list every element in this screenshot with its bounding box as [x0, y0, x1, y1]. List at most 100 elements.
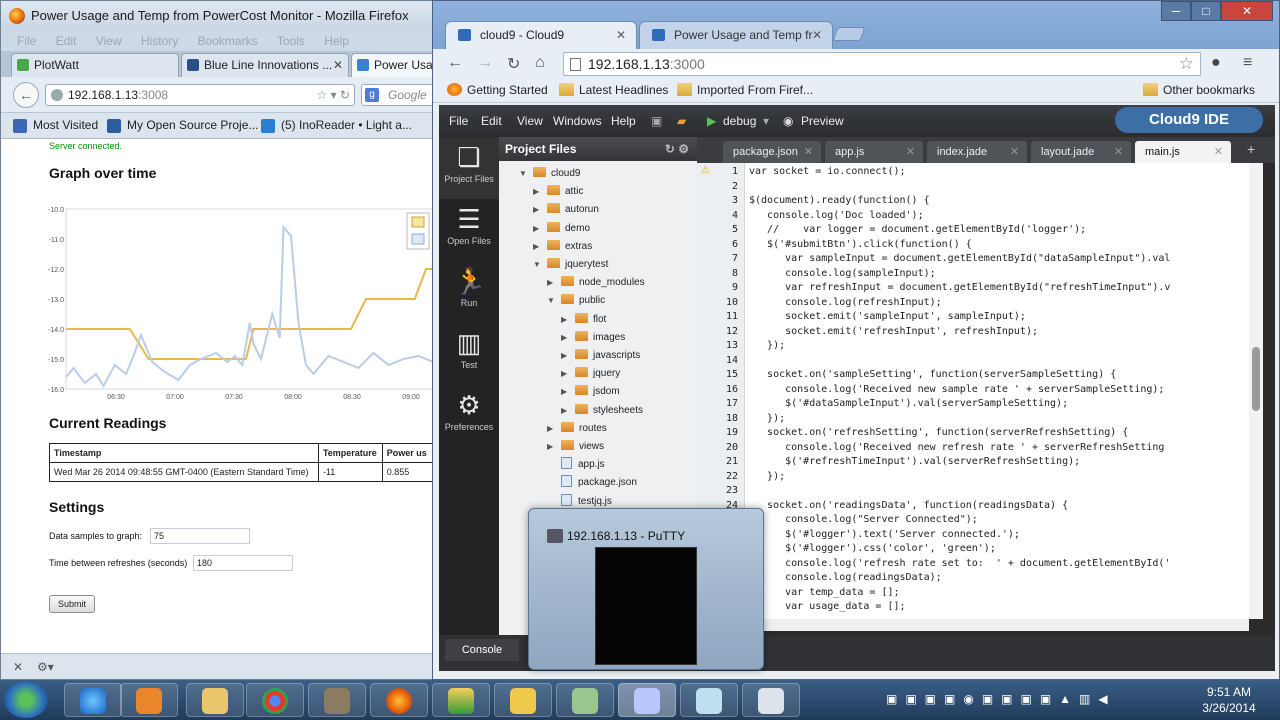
- window-taskbar-button[interactable]: [742, 683, 800, 717]
- refresh-gear-icon[interactable]: ↻ ⚙: [665, 137, 689, 161]
- chevron-down-icon[interactable]: ▾: [763, 114, 769, 128]
- warning-icon[interactable]: ⚠: [701, 165, 710, 176]
- collapsed-arrow-icon[interactable]: ▶: [533, 220, 539, 238]
- collapsed-arrow-icon[interactable]: ▶: [547, 274, 553, 292]
- tree-folder[interactable]: ▶ views: [547, 438, 604, 456]
- ide-menu-help[interactable]: Help: [611, 114, 636, 128]
- run-icon[interactable]: ▶: [707, 114, 716, 128]
- collapsed-arrow-icon[interactable]: ▶: [547, 420, 553, 438]
- tree-folder[interactable]: ▶ node_modules: [547, 274, 645, 292]
- explorer-taskbar-button[interactable]: [186, 683, 244, 717]
- code-line[interactable]: console.log(readingsData);: [749, 571, 942, 586]
- menu-history[interactable]: History: [141, 34, 178, 48]
- code-line[interactable]: console.log(refreshInput);: [749, 296, 942, 311]
- tab-cloud9[interactable]: cloud9 - Cloud9 ✕: [445, 21, 637, 49]
- code-line[interactable]: console.log(sampleInput);: [749, 267, 936, 282]
- scrollbar-thumb[interactable]: [1252, 347, 1260, 411]
- new-tab-button[interactable]: [832, 27, 866, 41]
- gimp-taskbar-button[interactable]: [308, 683, 366, 717]
- clock[interactable]: 9:51 AM 3/26/2014: [1194, 684, 1264, 716]
- editor-tab-main-js[interactable]: main.js ✕: [1135, 141, 1231, 163]
- bookmark-other[interactable]: Other bookmarks: [1143, 83, 1255, 97]
- tree-folder[interactable]: ▶ jsdom: [561, 383, 620, 401]
- close-addon-bar-icon[interactable]: ✕: [13, 660, 23, 674]
- close-icon[interactable]: ✕: [616, 22, 626, 48]
- code-editor[interactable]: var socket = io.connect(); $(document).re…: [745, 163, 1249, 619]
- tree-folder[interactable]: ▶ flot: [561, 311, 606, 329]
- bookmark-imported[interactable]: Imported From Firef...: [677, 83, 813, 97]
- open-folder-icon[interactable]: ▰: [677, 114, 686, 128]
- addon-icon[interactable]: ⚙▾: [37, 660, 54, 674]
- editor-scrollbar[interactable]: [1249, 163, 1263, 619]
- editor-tab-layout-jade[interactable]: layout.jade ✕: [1031, 141, 1131, 163]
- sidebar-test[interactable]: ▥ Test: [439, 323, 499, 385]
- maximize-button[interactable]: □: [1191, 1, 1221, 21]
- collapsed-arrow-icon[interactable]: ▶: [561, 383, 567, 401]
- close-icon[interactable]: ✕: [1114, 141, 1123, 163]
- code-line[interactable]: $(document).ready(function() {: [749, 194, 930, 209]
- start-button[interactable]: [4, 682, 48, 718]
- code-line[interactable]: socket.emit('refreshInput', refreshInput…: [749, 325, 1038, 340]
- tree-folder[interactable]: ▼ cloud9: [519, 165, 580, 183]
- collapsed-arrow-icon[interactable]: ▶: [561, 311, 567, 329]
- code-line[interactable]: socket.on('readingsData', function(readi…: [749, 499, 1068, 514]
- collapsed-arrow-icon[interactable]: ▶: [533, 238, 539, 256]
- bookmark-getting-started[interactable]: Getting Started: [447, 83, 548, 97]
- code-line[interactable]: });: [749, 339, 785, 354]
- ide-menu-edit[interactable]: Edit: [481, 114, 502, 128]
- expanded-arrow-icon[interactable]: ▼: [519, 165, 527, 183]
- code-line[interactable]: });: [749, 412, 785, 427]
- tree-folder[interactable]: ▶ attic: [533, 183, 583, 201]
- tree-folder[interactable]: ▶ jquery: [561, 365, 620, 383]
- console-tab[interactable]: Console: [445, 639, 519, 661]
- expanded-arrow-icon[interactable]: ▼: [533, 256, 541, 274]
- collapsed-arrow-icon[interactable]: ▶: [561, 329, 567, 347]
- code-line[interactable]: var temp_data = [];: [749, 586, 899, 601]
- media-taskbar-button[interactable]: [120, 683, 178, 717]
- menu-icon[interactable]: ≡: [1243, 54, 1252, 72]
- code-line[interactable]: $('#logger').css('color', 'green');: [749, 542, 996, 557]
- code-line[interactable]: console.log('Doc loaded');: [749, 209, 924, 224]
- tree-folder[interactable]: ▶ stylesheets: [561, 402, 643, 420]
- tab-power-usage[interactable]: Power Usag: [351, 53, 439, 77]
- tree-folder[interactable]: ▼ jquerytest: [533, 256, 608, 274]
- code-line[interactable]: $('#refreshTimeInput').val(serverRefresh…: [749, 455, 1080, 470]
- tree-folder[interactable]: ▶ routes: [547, 420, 607, 438]
- tree-file[interactable]: package.json: [561, 474, 637, 492]
- bookmark-open-source[interactable]: My Open Source Proje...: [107, 118, 258, 133]
- ide-menu-windows[interactable]: Windows: [553, 114, 602, 128]
- putty-taskbar-button[interactable]: [618, 683, 676, 717]
- expanded-arrow-icon[interactable]: ▼: [547, 292, 555, 310]
- collapsed-arrow-icon[interactable]: ▶: [533, 201, 539, 219]
- code-line[interactable]: });: [749, 470, 785, 485]
- bookmark-latest-headlines[interactable]: Latest Headlines: [559, 83, 668, 97]
- putty-preview[interactable]: 192.168.1.13 - PuTTY: [528, 508, 764, 670]
- ie-taskbar-button[interactable]: [64, 683, 122, 717]
- search-input[interactable]: g Google: [361, 84, 439, 106]
- close-icon[interactable]: ✕: [1010, 141, 1019, 163]
- code-line[interactable]: // var logger = document.getElementById(…: [749, 223, 1086, 238]
- app-taskbar-button[interactable]: [432, 683, 490, 717]
- sidebar-run[interactable]: 🏃 Run: [439, 261, 499, 323]
- menu-bookmarks[interactable]: Bookmarks: [198, 34, 258, 48]
- firefox-titlebar[interactable]: Power Usage and Temp from PowerCost Moni…: [1, 1, 439, 31]
- debug-dropdown[interactable]: debug: [723, 114, 756, 128]
- menu-edit[interactable]: Edit: [56, 34, 77, 48]
- tray-icons[interactable]: ▣▣▣▣◉▣▣▣▣▲▥◀: [886, 692, 1116, 706]
- sidebar-project-files[interactable]: ❏ Project Files: [439, 137, 499, 199]
- back-button[interactable]: ←: [13, 82, 39, 108]
- firefox-taskbar-button[interactable]: [370, 683, 428, 717]
- forward-icon[interactable]: →: [477, 54, 493, 72]
- editor-tab-app-js[interactable]: app.js ✕: [825, 141, 923, 163]
- menu-tools[interactable]: Tools: [277, 34, 305, 48]
- code-line[interactable]: var socket = io.connect();: [749, 165, 906, 180]
- menu-view[interactable]: View: [96, 34, 122, 48]
- collapsed-arrow-icon[interactable]: ▶: [533, 183, 539, 201]
- refresh-input[interactable]: 180: [193, 555, 293, 571]
- tab-power-usage[interactable]: Power Usage and Temp fr ✕: [639, 21, 833, 49]
- tree-folder[interactable]: ▶ javascripts: [561, 347, 640, 365]
- code-line[interactable]: socket.on('refreshSetting', function(ser…: [749, 426, 1128, 441]
- code-line[interactable]: var usage_data = [];: [749, 600, 905, 615]
- code-line[interactable]: console.log('refresh rate set to: ' + do…: [749, 557, 1170, 572]
- menu-help[interactable]: Help: [324, 34, 349, 48]
